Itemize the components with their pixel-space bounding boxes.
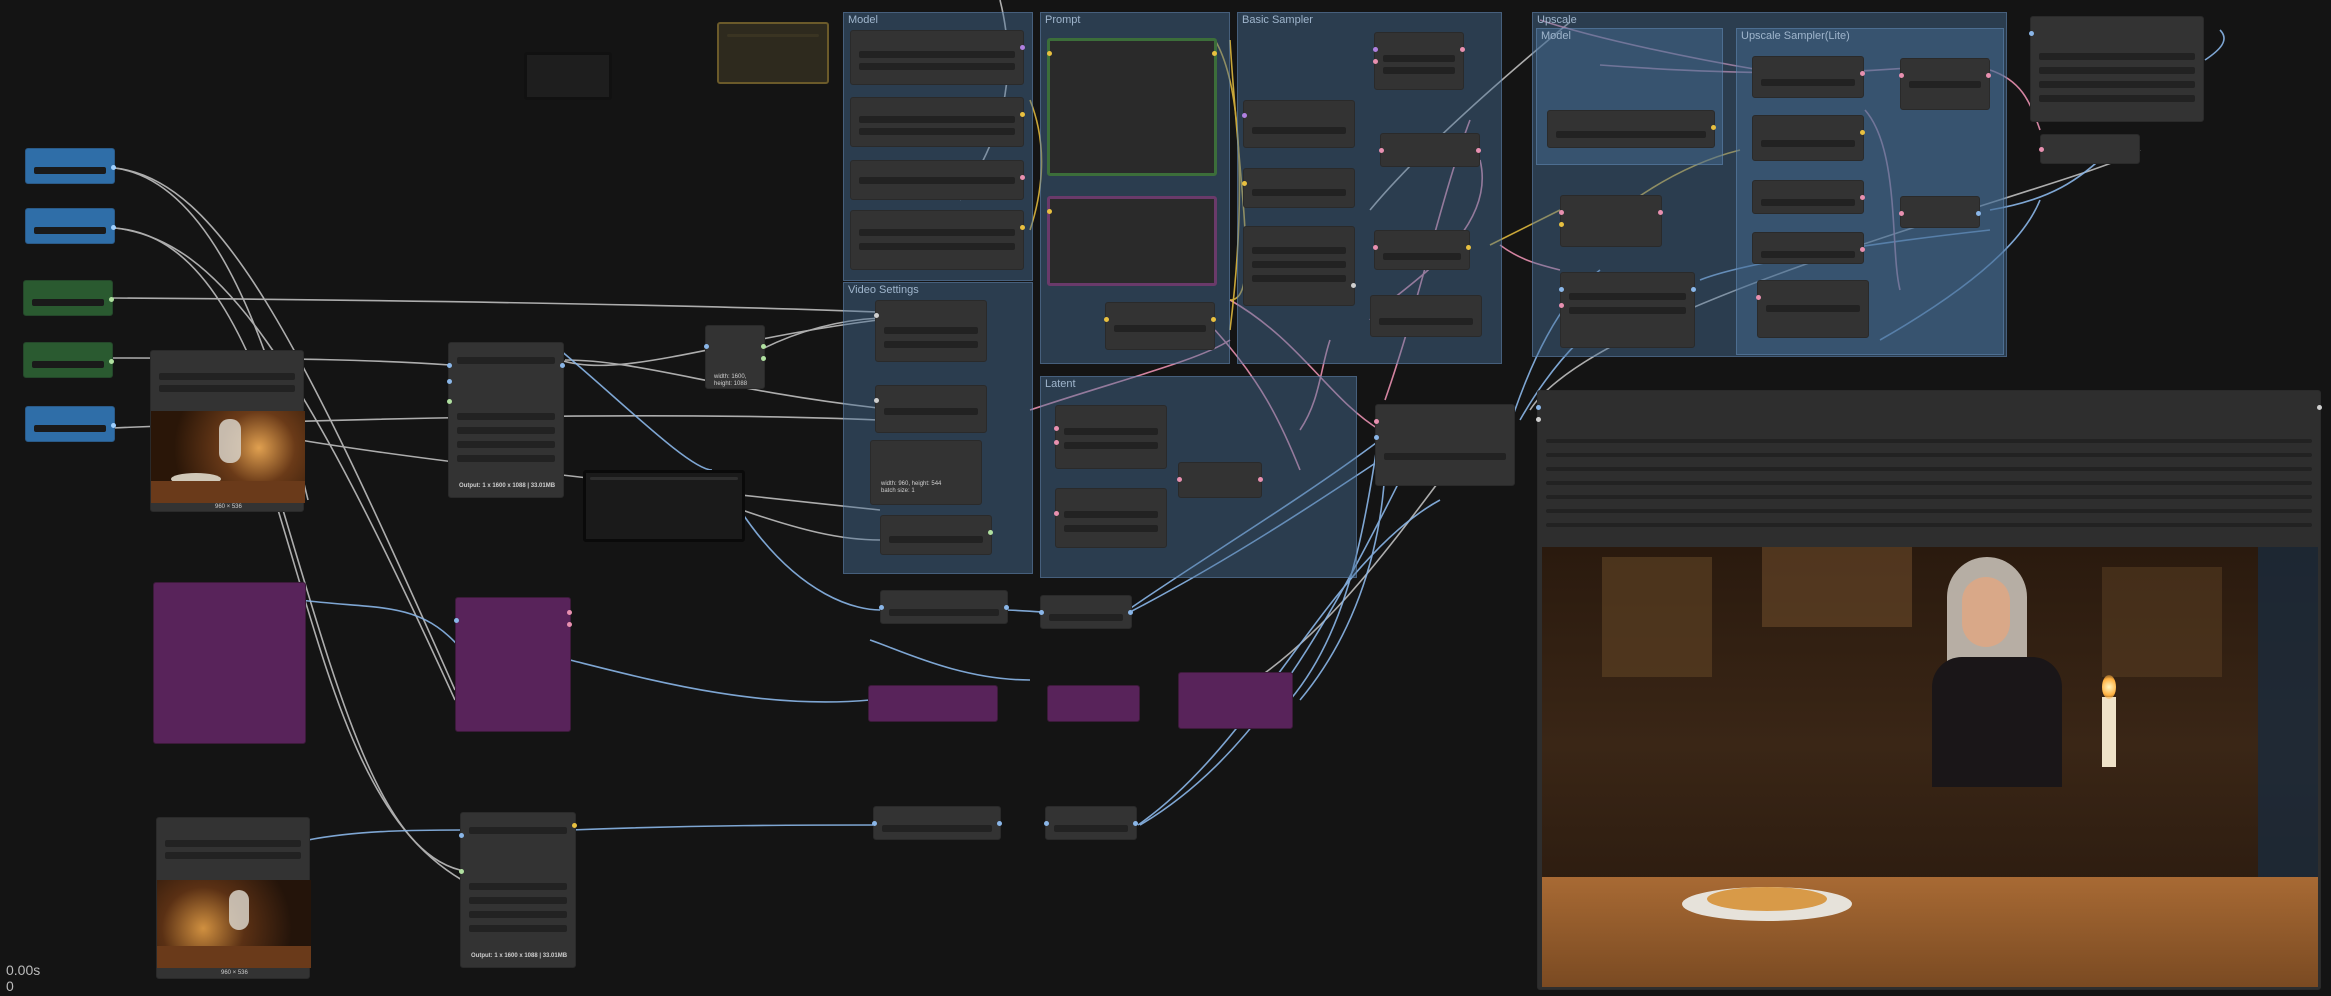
pizza-shape [1707,887,1827,911]
conditioning-node[interactable] [1104,302,1216,350]
queue-count: 0 [6,978,14,994]
purple-node-5[interactable] [1178,672,1293,729]
empty-latent-node[interactable]: width: 960, height: 544 batch size: 1 [870,440,982,505]
image-caption: 960 × 536 [215,504,242,510]
bookmark-node[interactable] [717,22,829,84]
negative-prompt-node[interactable] [1047,196,1217,286]
group-title: Model [1541,30,1571,42]
girl-body-shape [1932,657,2062,787]
image-resize-node-1[interactable]: Output: 1 x 1600 x 1088 | 33.01MB [447,342,565,498]
primitive-node-4[interactable] [23,342,114,378]
sampler-node-7[interactable] [1370,295,1482,337]
upscale-sampler-node-2[interactable] [1752,115,1865,161]
note-node[interactable] [524,52,612,100]
sampler-node-1[interactable] [1242,100,1355,148]
table-shape [1542,877,2318,987]
model-loader-node-1[interactable] [850,30,1025,85]
purple-node-2[interactable] [454,597,572,732]
upscale-sampler-node-5[interactable] [1756,280,1869,338]
sampler-node-6[interactable] [1373,230,1471,270]
image-caption: 960 × 536 [221,970,248,976]
primitive-node-5[interactable] [25,406,116,442]
group-title: Basic Sampler [1242,14,1313,26]
group-title: Latent [1045,378,1076,390]
video-combine-node-top[interactable] [2029,16,2204,122]
video-settings-node-4[interactable] [880,515,993,555]
preview-node-black[interactable] [583,470,745,542]
execution-status: 0.00s 0 [6,962,40,994]
upscale-sampler-node-1[interactable] [1752,56,1865,98]
latent-node-4[interactable] [1374,404,1515,486]
group-title: Upscale Sampler(Lite) [1741,30,1850,42]
candle-shape [2102,697,2116,767]
resize-info: width: 1600, height: 1088 [714,374,748,387]
group-title: Video Settings [848,284,919,296]
output-info: Output: 1 x 1600 x 1088 | 33.01MB [471,953,568,959]
kitchen-hood-shape [1762,547,1912,627]
model-loader-node-3[interactable] [850,160,1025,200]
purple-node-3[interactable] [868,685,998,722]
video-output-node[interactable] [1536,390,2322,990]
window-shape [2258,547,2318,877]
small-node-a2[interactable] [1039,595,1133,629]
save-node-top[interactable] [2039,134,2140,164]
primitive-node-1[interactable] [25,148,116,184]
upscale-sampler-node-6[interactable] [1899,58,1991,110]
positive-prompt-node[interactable] [1047,38,1217,176]
latent-node-2[interactable] [1054,488,1167,548]
kitchen-cabinets-shape [1602,557,1712,677]
sampler-node-2[interactable] [1242,168,1355,208]
load-image-node-2[interactable]: 960 × 536 [156,817,311,979]
purple-node-4[interactable] [1047,685,1140,722]
node-graph-canvas[interactable]: Model Prompt Basic Sampler Upscale Model… [0,0,2331,996]
video-settings-node-1[interactable] [874,300,987,362]
primitive-node-2[interactable] [25,208,116,244]
group-title: Prompt [1045,14,1081,26]
video-preview-image [1542,547,2318,987]
image-resize-node-2[interactable]: Output: 1 x 1600 x 1088 | 33.01MB [459,812,577,968]
execution-time: 0.00s [6,962,41,978]
image-preview-1 [151,411,305,503]
small-node-b1[interactable] [872,806,1002,840]
purple-node-large[interactable] [153,582,306,744]
latent-info: width: 960, height: 544 batch size: 1 [881,481,942,494]
sampler-node-3[interactable] [1243,226,1356,306]
video-settings-node-2[interactable] [874,385,987,433]
load-image-node-1[interactable]: 960 × 536 [150,350,305,512]
upscale-sampler-node-7[interactable] [1899,196,1981,228]
sampler-node-5[interactable] [1379,133,1481,167]
cabinet-right-shape [2102,567,2222,677]
model-loader-node-2[interactable] [850,97,1025,147]
image-preview-2 [157,880,311,968]
group-title: Model [848,14,878,26]
small-node-a1[interactable] [879,590,1009,624]
group-title: Upscale [1537,14,1577,26]
small-node-b2[interactable] [1044,806,1138,840]
primitive-node-3[interactable] [23,280,114,316]
model-loader-node-4[interactable] [850,210,1025,270]
upscale-node-2[interactable] [1559,272,1696,348]
upscale-node-1[interactable] [1559,195,1663,247]
sampler-node-4[interactable] [1373,32,1465,90]
upscale-model-loader-node[interactable] [1547,110,1716,148]
girl-face-shape [1962,577,2010,647]
latent-node-1[interactable] [1054,405,1167,469]
output-info: Output: 1 x 1600 x 1088 | 33.01MB [459,483,556,489]
upscale-sampler-node-4[interactable] [1752,232,1865,264]
latent-node-3[interactable] [1177,462,1263,498]
upscale-sampler-node-3[interactable] [1752,180,1865,214]
candle-flame [2102,675,2116,699]
get-image-size-node[interactable]: width: 1600, height: 1088 [704,325,766,389]
